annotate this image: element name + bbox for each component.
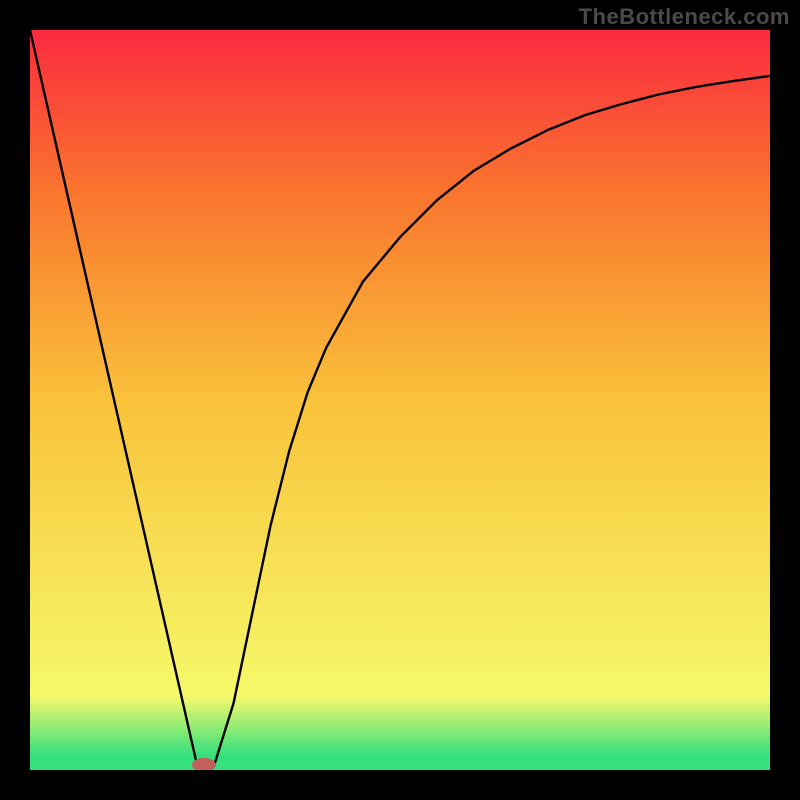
plot-area	[30, 30, 770, 770]
chart-background	[30, 30, 770, 770]
watermark-text: TheBottleneck.com	[579, 4, 790, 30]
chart-svg	[30, 30, 770, 770]
chart-frame: TheBottleneck.com	[0, 0, 800, 800]
